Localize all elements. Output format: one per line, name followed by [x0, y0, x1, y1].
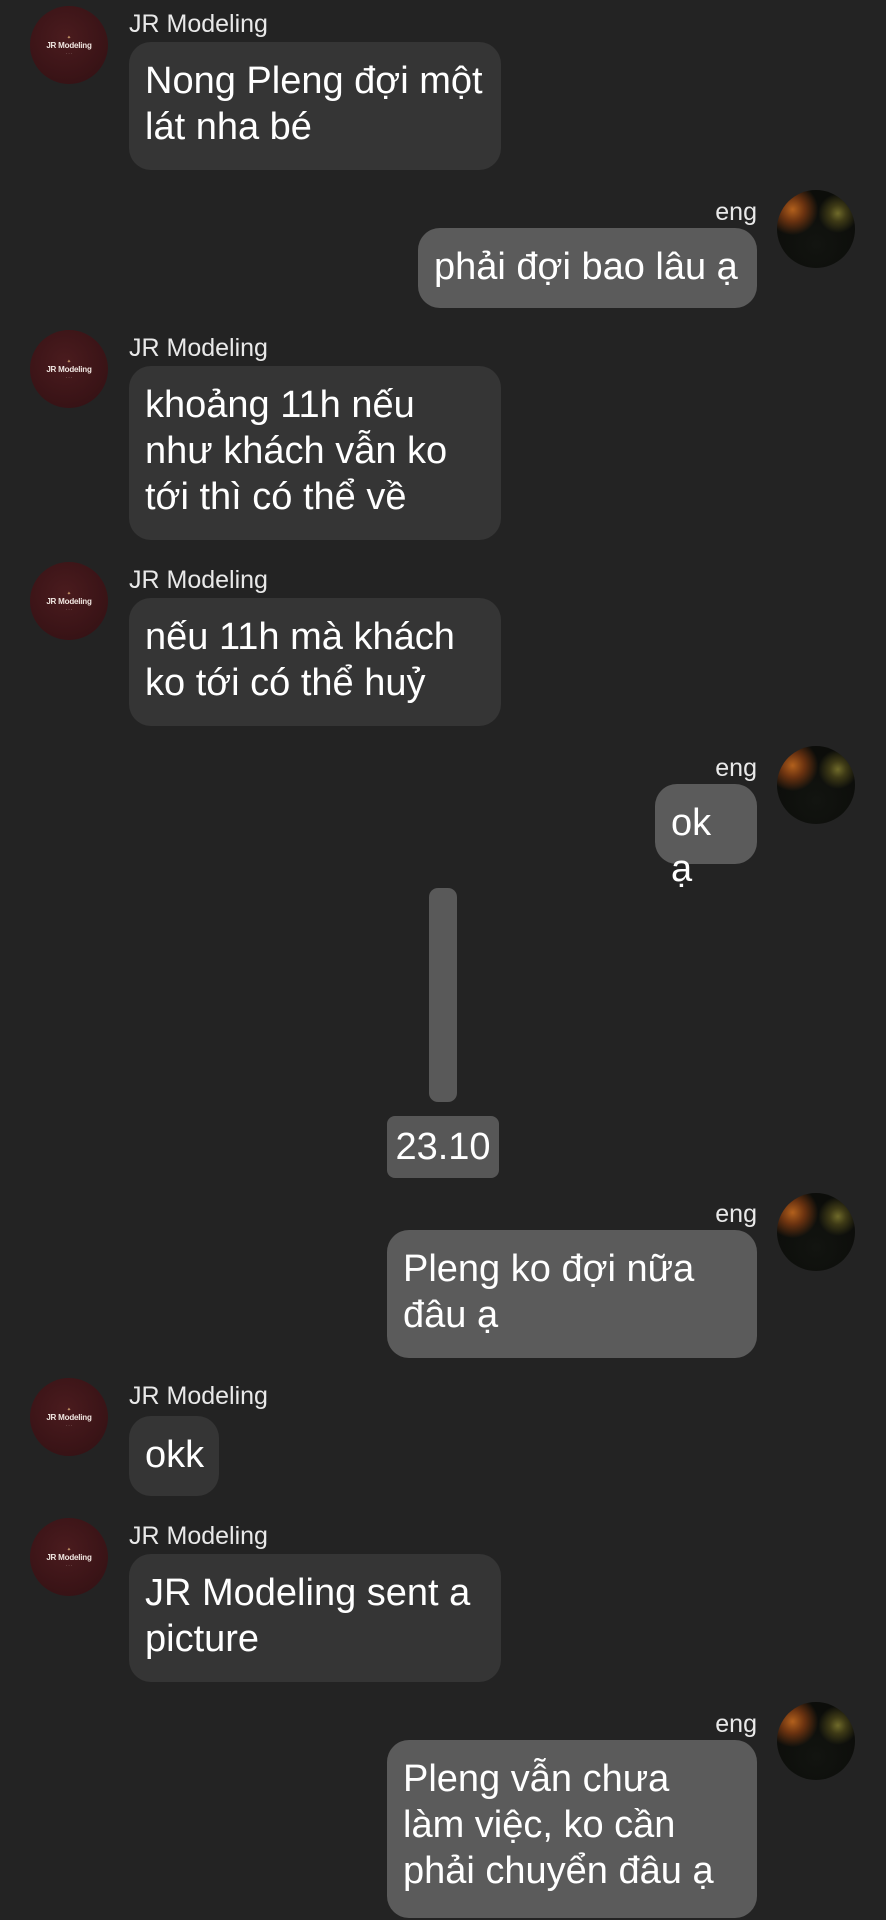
user-photo-avatar-icon[interactable] — [777, 190, 855, 268]
sender-avatar[interactable]: ✦ JR Modeling · · · — [30, 330, 108, 408]
sender-avatar[interactable]: ✦ JR Modeling · · · — [30, 562, 108, 640]
sender-name: eng — [715, 754, 757, 782]
sender-name: eng — [715, 1710, 757, 1738]
sender-name: JR Modeling — [129, 1522, 268, 1550]
user-photo-avatar-icon[interactable] — [777, 1702, 855, 1780]
message-bubble-outgoing[interactable]: ok ạ — [655, 784, 757, 890]
sender-name: JR Modeling — [129, 566, 268, 594]
message-bubble-outgoing[interactable]: Pleng ko đợi nữa đâu ạ — [387, 1230, 757, 1358]
date-divider: 23.10 — [387, 1116, 499, 1178]
sender-name: JR Modeling — [129, 334, 268, 362]
sender-name: eng — [715, 198, 757, 226]
message-bubble-outgoing[interactable]: phải đợi bao lâu ạ — [418, 228, 757, 308]
chat-thread: ✦ JR Modeling · · · JR Modeling Nong Ple… — [0, 0, 886, 1920]
avatar-logo-underline-icon: · · · — [65, 606, 73, 612]
message-bubble-outgoing[interactable]: Pleng vẫn chưa làm việc, ko cần phải chu… — [387, 1740, 757, 1918]
avatar-logo-text: JR Modeling — [46, 1412, 92, 1422]
sender-name: JR Modeling — [129, 10, 268, 38]
message-bubble-incoming[interactable]: JR Modeling sent a picture — [129, 1554, 501, 1682]
sender-avatar[interactable]: ✦ JR Modeling · · · — [30, 1378, 108, 1456]
message-bubble-incoming[interactable]: Nong Pleng đợi một lát nha bé — [129, 42, 501, 170]
sender-name: JR Modeling — [129, 1382, 268, 1410]
message-bubble-incoming[interactable]: okk — [129, 1416, 219, 1496]
avatar-logo-text: JR Modeling — [46, 596, 92, 606]
message-bubble-incoming[interactable]: nếu 11h mà khách ko tới có thể huỷ — [129, 598, 501, 726]
avatar-logo-underline-icon: · · · — [65, 1562, 73, 1568]
avatar-logo-underline-icon: · · · — [65, 374, 73, 380]
sender-name: eng — [715, 1200, 757, 1228]
avatar-logo-underline-icon: · · · — [65, 1422, 73, 1428]
user-photo-avatar-icon[interactable] — [777, 746, 855, 824]
sender-avatar[interactable]: ✦ JR Modeling · · · — [30, 6, 108, 84]
avatar-logo-text: JR Modeling — [46, 40, 92, 50]
avatar-logo-text: JR Modeling — [46, 364, 92, 374]
sender-avatar[interactable]: ✦ JR Modeling · · · — [30, 1518, 108, 1596]
message-bubble-incoming[interactable]: khoảng 11h nếu như khách vẫn ko tới thì … — [129, 366, 501, 540]
avatar-logo-text: JR Modeling — [46, 1552, 92, 1562]
user-photo-avatar-icon[interactable] — [777, 1193, 855, 1271]
scroll-marker[interactable] — [429, 888, 457, 1102]
avatar-logo-underline-icon: · · · — [65, 50, 73, 56]
